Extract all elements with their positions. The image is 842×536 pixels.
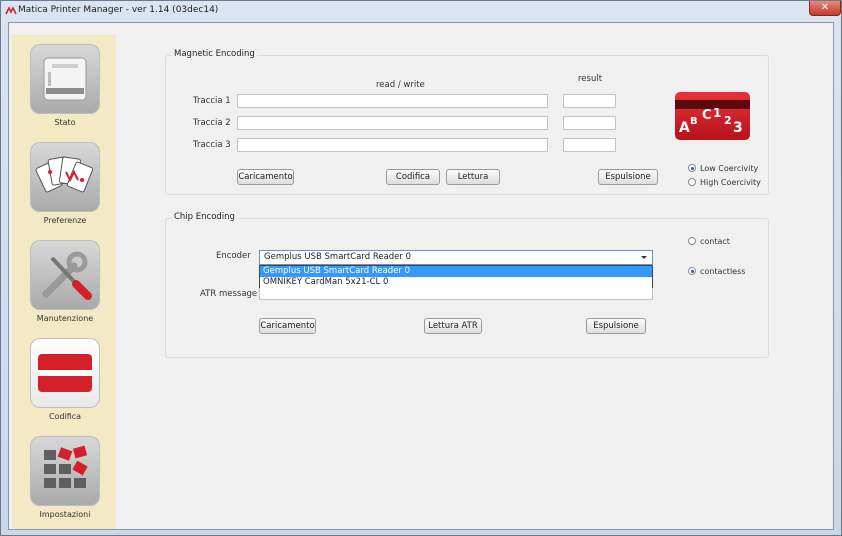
chip-load-button[interactable]: Caricamento (259, 318, 316, 334)
settings-grid-icon (30, 436, 100, 506)
tools-icon (30, 240, 100, 310)
read-atr-button[interactable]: Lettura ATR (424, 318, 482, 334)
track-1-result[interactable] (563, 94, 616, 108)
contactless-radio[interactable]: contactless (688, 267, 745, 276)
high-coercivity-radio[interactable]: High Coercivity (688, 178, 761, 187)
title-bar[interactable]: Matica Printer Manager - ver 1.14 (03dec… (1, 1, 842, 23)
atr-message-label: ATR message (200, 289, 258, 299)
track-1-input[interactable] (237, 94, 548, 108)
sidebar-item-preferenze[interactable]: Preferenze (30, 142, 100, 225)
sidebar-item-label: Codifica (48, 412, 82, 421)
read-write-header: read / write (376, 80, 425, 90)
result-header: result (578, 74, 603, 84)
printer-icon (30, 44, 100, 114)
window-title: Matica Printer Manager - ver 1.14 (03dec… (18, 5, 219, 15)
sidebar-item-label: Manutenzione (36, 314, 94, 323)
sidebar-item-stato[interactable]: Stato (30, 44, 100, 127)
sidebar-item-label: Preferenze (43, 216, 87, 225)
magnetic-encoding-title: Magnetic Encoding (172, 49, 257, 59)
low-coercivity-radio[interactable]: Low Coercivity (688, 164, 758, 173)
contact-radio[interactable]: contact (688, 237, 730, 246)
track-3-label: Traccia 3 (193, 140, 231, 150)
mag-eject-button[interactable]: Espulsione (598, 169, 658, 185)
encoder-label: Encoder (216, 251, 251, 261)
chip-encoding-title: Chip Encoding (172, 212, 237, 222)
chip-eject-button[interactable]: Espulsione (586, 318, 646, 334)
encoder-dropdown-list: Gemplus USB SmartCard Reader 0 OMNIKEY C… (259, 265, 653, 289)
close-button[interactable]: ✕ (809, 1, 841, 16)
sidebar-item-label: Impostazioni (39, 510, 91, 519)
track-3-input[interactable] (237, 138, 548, 152)
sidebar: Stato Preferenze Manutenzione Codifica I… (12, 35, 116, 529)
encoder-option[interactable]: OMNIKEY CardMan 5x21-CL 0 (260, 277, 652, 288)
sidebar-item-manutenzione[interactable]: Manutenzione (30, 240, 100, 323)
sidebar-item-codifica[interactable]: Codifica (30, 338, 100, 421)
radio-selected-icon (688, 267, 696, 275)
radio-unselected-icon (688, 178, 696, 186)
atr-message-field[interactable] (259, 288, 653, 300)
chevron-down-icon[interactable] (641, 256, 647, 259)
card-encoding-icon (30, 338, 100, 408)
encoder-option[interactable]: Gemplus USB SmartCard Reader 0 (260, 266, 652, 277)
magnetic-card-logo-icon: A B C 1 2 3 (675, 92, 750, 140)
mag-encode-button[interactable]: Codifica (386, 169, 440, 185)
mag-load-button[interactable]: Caricamento (237, 169, 294, 185)
track-2-result[interactable] (563, 116, 616, 130)
matica-logo-icon (5, 6, 17, 15)
radio-selected-icon (688, 164, 696, 172)
track-1-label: Traccia 1 (193, 96, 231, 106)
sidebar-item-label: Stato (54, 118, 76, 127)
encoder-select[interactable]: Gemplus USB SmartCard Reader 0 (259, 250, 653, 265)
radio-unselected-icon (688, 237, 696, 245)
track-2-input[interactable] (237, 116, 548, 130)
sidebar-item-impostazioni[interactable]: Impostazioni (30, 436, 100, 519)
track-3-result[interactable] (563, 138, 616, 152)
playing-cards-icon (30, 142, 100, 212)
track-2-label: Traccia 2 (193, 118, 231, 128)
mag-read-button[interactable]: Lettura (446, 169, 500, 185)
